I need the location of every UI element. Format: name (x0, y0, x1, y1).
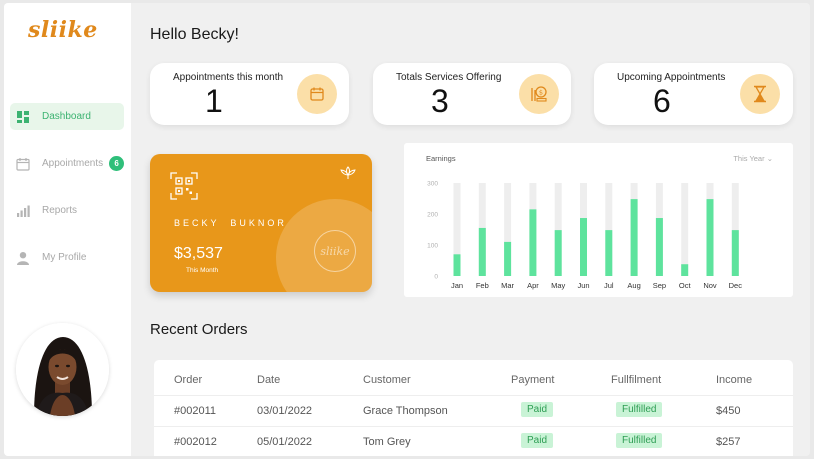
card-holder-name: BECKY BUKNOR (174, 218, 287, 228)
x-tick-label: Jan (451, 281, 463, 290)
stat-value: 6 (653, 83, 671, 119)
payment-status-badge: Paid (521, 433, 554, 448)
bar-jul[interactable] (605, 230, 613, 276)
bar-mar[interactable] (504, 241, 512, 276)
page-title: Hello Becky! (150, 26, 239, 43)
orders-table: Order Date Customer Payment Fullfilment … (154, 360, 793, 456)
bar-dec[interactable] (731, 230, 739, 276)
earnings-chart: Earnings This Year ⌄ 0 100 200 300 Jan Feb Mar… (404, 143, 793, 297)
recent-orders-title: Recent Orders (150, 321, 248, 338)
column-header-date: Date (257, 374, 281, 386)
bar-sep[interactable] (655, 218, 663, 276)
sidebar-item-label: Reports (42, 205, 78, 216)
bar-apr[interactable] (529, 209, 537, 276)
avatar[interactable] (16, 323, 109, 416)
column-header-order: Order (174, 374, 203, 386)
x-tick-label: Sep (653, 281, 666, 290)
svg-text:$: $ (539, 89, 543, 97)
stat-card-appointments-month: Appointments this month 1 (150, 63, 349, 125)
app-window: sliike Dashboard Appointments 6 Reports (4, 3, 810, 456)
sidebar-item-reports[interactable]: Reports (10, 197, 124, 224)
column-header-income: Income (716, 374, 753, 386)
x-tick-label: Mar (501, 281, 514, 290)
table-header-row: Order Date Customer Payment Fullfilment … (154, 365, 793, 395)
card-watermark-logo: sliike (314, 230, 356, 272)
y-tick-label: 300 (427, 181, 438, 188)
y-tick-label: 200 (427, 212, 438, 219)
stat-label: Totals Services Offering (396, 72, 502, 83)
order-id: #002011 (174, 405, 217, 417)
y-tick-label: 100 (427, 243, 438, 250)
stat-value: 1 (205, 83, 223, 119)
x-tick-label: Nov (703, 281, 717, 290)
fulfilment-status-badge: Fulfilled (616, 402, 663, 417)
sidebar-item-label: Appointments (42, 158, 104, 169)
order-customer: Tom Grey (363, 436, 411, 448)
table-row[interactable]: #002011 03/01/2022 Grace Thompson Paid F… (154, 395, 793, 425)
sidebar: sliike Dashboard Appointments 6 Reports (4, 3, 131, 456)
stat-value: 3 (431, 83, 449, 119)
order-income: $257 (716, 436, 741, 448)
x-tick-label: Jun (577, 281, 589, 290)
chart-plot: 0 100 200 300 Jan Feb Mar Apr May Jun Jul Aug Sep Oct… (427, 181, 743, 291)
sidebar-item-appointments[interactable]: Appointments 6 (10, 150, 124, 177)
bar-aug[interactable] (630, 199, 638, 276)
card-subtitle: This Month (186, 267, 219, 274)
x-tick-label: Apr (527, 281, 539, 290)
stat-card-services: Totals Services Offering 3 $ (373, 63, 571, 125)
appointments-badge: 6 (109, 156, 124, 171)
x-tick-label: Jul (604, 281, 614, 290)
sidebar-item-dashboard[interactable]: Dashboard (10, 103, 124, 130)
x-tick-label: Dec (729, 281, 743, 290)
x-tick-label: Oct (679, 281, 692, 290)
app-logo[interactable]: sliike (28, 17, 98, 43)
calendar-icon (16, 157, 30, 171)
bar-track (681, 183, 689, 276)
order-income: $450 (716, 405, 741, 417)
sidebar-item-my-profile[interactable]: My Profile (10, 244, 124, 271)
x-tick-label: Feb (476, 281, 489, 290)
earnings-card[interactable]: sliike BECKY BUKNOR $3,537 This Month (150, 154, 372, 292)
column-header-customer: Customer (363, 374, 411, 386)
column-header-fulfilment: Fullfilment (611, 374, 662, 386)
table-row[interactable]: #002012 05/01/2022 Tom Grey Paid Fulfill… (154, 426, 793, 456)
hourglass-icon (740, 74, 780, 114)
bar-may[interactable] (554, 230, 562, 276)
sidebar-item-label: My Profile (42, 252, 87, 263)
lotus-icon (340, 166, 356, 185)
services-icon: $ (519, 74, 559, 114)
bar-jan[interactable] (453, 254, 461, 276)
qr-code-icon (170, 172, 198, 205)
y-tick-label: 0 (434, 274, 438, 281)
stat-label: Upcoming Appointments (617, 72, 726, 83)
order-id: #002012 (174, 436, 217, 448)
calendar-icon (297, 74, 337, 114)
bar-nov[interactable] (706, 199, 714, 276)
user-icon (16, 251, 30, 265)
card-amount: $3,537 (174, 245, 223, 262)
order-date: 03/01/2022 (257, 405, 313, 417)
order-customer: Grace Thompson (363, 405, 448, 417)
order-date: 05/01/2022 (257, 436, 313, 448)
bar-feb[interactable] (478, 227, 486, 276)
bar-jun[interactable] (580, 218, 587, 276)
dashboard-icon (16, 110, 30, 124)
stat-card-upcoming: Upcoming Appointments 6 (594, 63, 793, 125)
x-tick-label: May (551, 281, 565, 290)
bar-chart-icon (16, 204, 30, 218)
sidebar-item-label: Dashboard (42, 111, 91, 122)
column-header-payment: Payment (511, 374, 555, 386)
x-tick-label: Aug (627, 281, 640, 290)
payment-status-badge: Paid (521, 402, 554, 417)
bar-oct[interactable] (681, 264, 689, 276)
fulfilment-status-badge: Fulfilled (616, 433, 663, 448)
stat-label: Appointments this month (173, 72, 284, 83)
